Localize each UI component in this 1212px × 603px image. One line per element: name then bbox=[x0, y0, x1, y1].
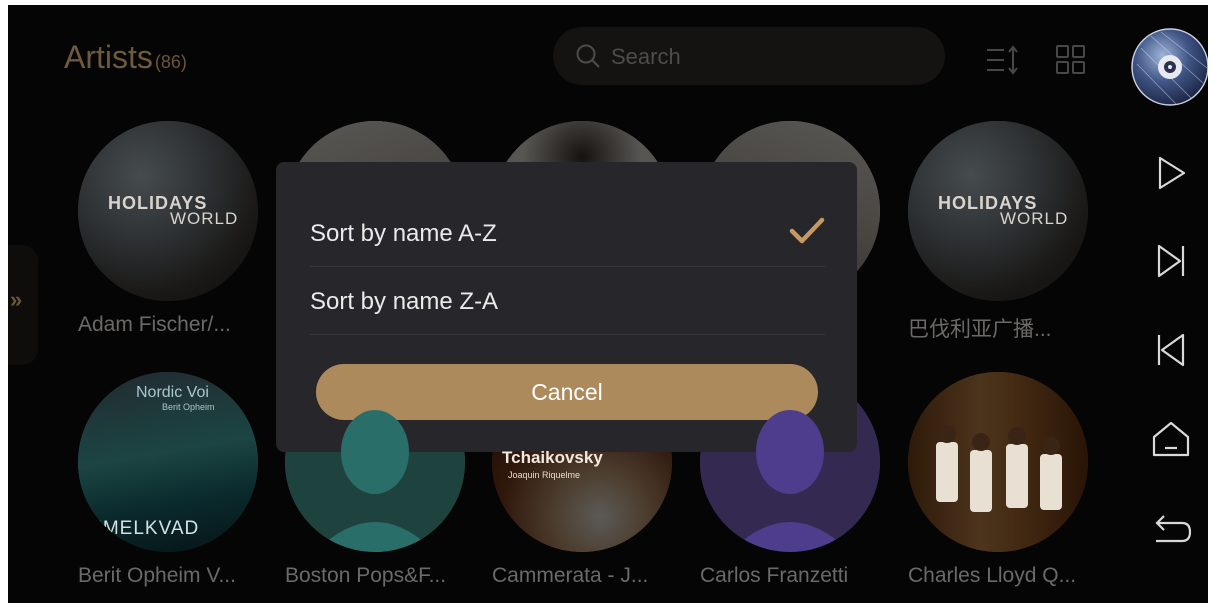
cover-subtitle: Berit Opheim bbox=[162, 402, 215, 412]
artist-name: 巴伐利亚广播... bbox=[908, 318, 1052, 341]
back-icon[interactable] bbox=[1148, 507, 1194, 553]
album-cover: HOLIDAYS WORLD bbox=[78, 121, 258, 301]
sort-icon[interactable] bbox=[984, 43, 1020, 77]
artist-name: Adam Fischer/... bbox=[78, 313, 231, 336]
artist-name: Charles Lloyd Q... bbox=[908, 564, 1077, 587]
sort-option-label: Sort by name Z-A bbox=[310, 288, 499, 315]
cover-subtitle: Joaquin Riquelme bbox=[508, 470, 581, 480]
person-placeholder-icon bbox=[730, 410, 850, 552]
previous-track-icon[interactable] bbox=[1148, 327, 1194, 373]
cover-title-2: WORLD bbox=[170, 209, 239, 228]
artist-item[interactable]: Carlos Franzetti bbox=[700, 372, 880, 587]
sort-option-a-z[interactable]: Sort by name A-Z bbox=[310, 198, 825, 267]
sort-option-label: Sort by name A-Z bbox=[310, 220, 497, 247]
cover-bottom-text: MMELKVAD bbox=[86, 518, 200, 539]
album-cover: Nordic Voi Berit Opheim MMELKVAD bbox=[78, 372, 258, 552]
search-placeholder: Search bbox=[611, 44, 681, 69]
album-cover: HOLIDAYS WORLD bbox=[908, 121, 1088, 301]
search-icon bbox=[576, 44, 600, 68]
band-photo bbox=[936, 425, 1062, 512]
artist-name: Cammerata - J... bbox=[492, 564, 649, 587]
album-cover bbox=[285, 372, 465, 552]
artist-name: Carlos Franzetti bbox=[700, 564, 849, 587]
artist-item[interactable]: HOLIDAYS WORLD 巴伐利亚广播... bbox=[908, 121, 1088, 341]
checkmark-icon bbox=[789, 217, 825, 244]
sort-option-z-a[interactable]: Sort by name Z-A bbox=[310, 266, 825, 335]
page-title-text: Artists bbox=[64, 39, 153, 75]
album-cover bbox=[700, 372, 880, 552]
artist-name: Berit Opheim V... bbox=[78, 564, 236, 587]
person-placeholder-icon bbox=[315, 410, 435, 552]
home-icon[interactable] bbox=[1148, 417, 1194, 463]
next-track-icon[interactable] bbox=[1148, 238, 1194, 284]
side-drawer-tab[interactable]: » bbox=[8, 245, 38, 365]
artist-count: (86) bbox=[154, 52, 187, 72]
search-input[interactable]: Search bbox=[553, 27, 945, 85]
cover-title: Nordic Voi bbox=[136, 384, 209, 401]
artist-name: Boston Pops&F... bbox=[285, 564, 447, 587]
grid-view-icon[interactable] bbox=[1053, 43, 1089, 77]
artist-item[interactable]: Charles Lloyd Q... bbox=[908, 372, 1088, 587]
page-title: Artists (86) bbox=[64, 39, 187, 76]
cover-title-2: WORLD bbox=[1000, 209, 1069, 228]
artist-item[interactable]: Nordic Voi Berit Opheim MMELKVAD Berit O… bbox=[78, 372, 258, 587]
screen: Artists (86) Search HOLIDAYS WORLD Adam … bbox=[8, 5, 1208, 603]
album-cover bbox=[908, 372, 1088, 552]
vinyl-disc-icon[interactable] bbox=[1131, 28, 1208, 106]
expand-chevrons-icon: » bbox=[10, 287, 23, 312]
play-icon[interactable] bbox=[1148, 150, 1194, 196]
artist-item[interactable]: HOLIDAYS WORLD Adam Fischer/... bbox=[78, 121, 258, 336]
artist-item[interactable]: Boston Pops&F... bbox=[285, 372, 465, 587]
cover-title: Tchaikovsky bbox=[502, 448, 603, 467]
